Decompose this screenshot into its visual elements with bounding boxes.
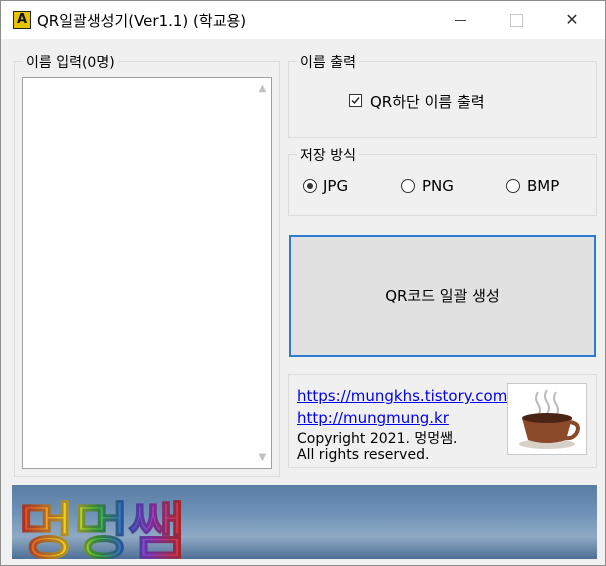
radio-selected-dot [307,183,313,189]
generate-qr-button[interactable]: QR코드 일괄 생성 [289,235,596,357]
save-format-group-label: 저장 방식 [297,145,359,165]
radio-png-label[interactable]: PNG [422,177,454,195]
coffee-cup-icon [519,389,580,449]
radio-jpg[interactable] [303,179,317,193]
radio-png[interactable] [401,179,415,193]
name-input-group-label: 이름 입력(0명) [23,52,118,72]
copyright-line-1: Copyright 2021. 멍멍쌤. [297,431,458,447]
scroll-down-icon[interactable]: ▼ [254,449,271,466]
title-bar[interactable]: A QR일괄생성기(Ver1.1) (학교용) ✕ [1,1,605,39]
scroll-up-icon[interactable]: ▲ [254,80,271,97]
radio-jpg-label[interactable]: JPG [323,177,348,195]
copyright-text: Copyright 2021. 멍멍쌤. All rights reserved… [297,431,457,463]
close-button[interactable]: ✕ [549,1,595,39]
name-output-checkbox-label[interactable]: QR하단 이름 출력 [370,91,485,112]
radio-bmp-label[interactable]: BMP [527,177,559,195]
banner-text: 멍멍쌤 [17,485,185,560]
name-output-group-label: 이름 출력 [297,52,359,72]
banner-image: 멍멍쌤 [12,485,597,559]
coffee-image [507,383,587,455]
copyright-line-2: All rights reserved. [297,447,430,463]
maximize-button[interactable] [493,1,539,39]
close-icon: ✕ [565,10,579,29]
app-window: A QR일괄생성기(Ver1.1) (학교용) ✕ 이름 입력(0명) ▲ ▼ … [0,0,606,566]
radio-bmp[interactable] [506,179,520,193]
vertical-scrollbar[interactable]: ▲ ▼ [254,78,271,468]
website-link[interactable]: http://mungmung.kr [297,409,449,427]
name-textarea[interactable]: ▲ ▼ [22,77,272,469]
window-title: QR일괄생성기(Ver1.1) (학교용) [37,12,247,30]
app-icon: A [13,11,31,29]
check-icon [351,97,360,105]
minimize-button[interactable] [437,1,483,39]
minimize-icon [454,20,466,21]
name-output-checkbox[interactable] [349,94,362,107]
maximize-icon [509,14,523,27]
blog-link[interactable]: https://mungkhs.tistory.com [297,387,507,405]
